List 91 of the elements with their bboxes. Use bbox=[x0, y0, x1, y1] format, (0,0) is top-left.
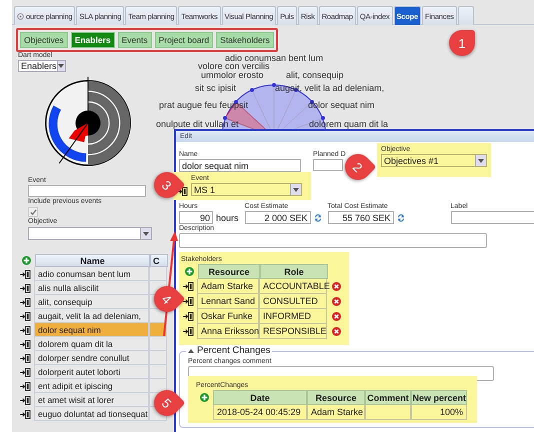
chart-label: volore con vercilis bbox=[198, 61, 270, 71]
add-icon[interactable] bbox=[200, 393, 209, 402]
table-cell: 2018-05-24 00:45:29 bbox=[213, 405, 307, 420]
column-header: C bbox=[150, 254, 168, 267]
hours-field[interactable]: 90 bbox=[179, 211, 213, 224]
list-row[interactable]: ent adipit et ipiscing bbox=[34, 379, 149, 393]
column-header: Resource bbox=[198, 264, 260, 279]
event-select[interactable]: MS 1 bbox=[191, 183, 302, 196]
subtab[interactable]: Enablers bbox=[70, 32, 115, 48]
table-cell: 100% bbox=[411, 405, 467, 420]
refresh-icon[interactable] bbox=[396, 214, 405, 222]
table-cell: Adam Starke bbox=[197, 279, 259, 294]
open-item-icon[interactable] bbox=[20, 382, 31, 390]
table-cell: RESPONSIBLE bbox=[259, 324, 327, 339]
open-item-icon[interactable] bbox=[20, 312, 31, 320]
open-item-icon[interactable] bbox=[20, 354, 31, 362]
table-cell bbox=[365, 405, 411, 420]
list-row[interactable]: dolorperit autet loborti bbox=[34, 365, 149, 379]
chart-label: sit sc ipisit bbox=[195, 83, 236, 93]
table-cell: ACCOUNTABLE bbox=[259, 279, 327, 294]
table-cell bbox=[149, 365, 167, 379]
table-cell: INFORMED bbox=[259, 309, 327, 324]
refresh-icon[interactable] bbox=[314, 214, 322, 222]
table-cell: Lennart Sand bbox=[197, 294, 259, 309]
delete-icon[interactable] bbox=[332, 327, 341, 336]
table-cell: Anna Eriksson bbox=[197, 324, 259, 339]
objective-select[interactable]: Objectives #1 bbox=[381, 154, 487, 167]
table-cell bbox=[149, 379, 167, 393]
list-row[interactable]: alit, consequip bbox=[34, 295, 149, 309]
collapse-icon[interactable] bbox=[188, 348, 194, 352]
add-icon[interactable] bbox=[185, 267, 194, 276]
open-item-icon[interactable] bbox=[183, 312, 194, 321]
add-icon[interactable] bbox=[22, 256, 31, 265]
table-cell bbox=[149, 351, 167, 365]
open-item-icon[interactable] bbox=[20, 284, 31, 292]
list-row[interactable]: augait, velit la ad deleniam, bbox=[34, 309, 149, 323]
subtab[interactable]: Events bbox=[118, 32, 152, 48]
label-field[interactable] bbox=[450, 211, 534, 224]
table-cell bbox=[149, 323, 167, 337]
column-header: New percent bbox=[411, 390, 467, 405]
open-item-icon[interactable] bbox=[20, 396, 31, 404]
column-header: Resource bbox=[307, 390, 365, 405]
list-row[interactable]: euguo doluntat ad tionsequat bbox=[34, 407, 149, 421]
caret-icon bbox=[140, 228, 151, 239]
list-row[interactable]: dolorem quam dit la bbox=[34, 337, 149, 351]
open-item-icon[interactable] bbox=[20, 270, 31, 278]
total-cost-field[interactable]: 55 760 SEK bbox=[328, 211, 394, 224]
event-field[interactable] bbox=[28, 185, 146, 197]
column-header: Date bbox=[213, 390, 307, 405]
delete-icon[interactable] bbox=[332, 297, 341, 306]
column-header: Comment bbox=[365, 390, 411, 405]
planned-date-field[interactable] bbox=[313, 159, 343, 171]
table-cell bbox=[149, 337, 167, 351]
list-row[interactable]: adio conumsan bent lum bbox=[34, 267, 149, 281]
caret-icon bbox=[56, 61, 65, 71]
subtab[interactable]: Stakeholders bbox=[216, 32, 274, 48]
table-cell: Oskar Funke bbox=[197, 309, 259, 324]
open-item-icon[interactable] bbox=[183, 297, 194, 306]
subtab[interactable]: Project board bbox=[154, 32, 214, 48]
delete-icon[interactable] bbox=[332, 282, 341, 291]
description-field[interactable] bbox=[179, 233, 487, 248]
open-item-icon[interactable] bbox=[20, 340, 31, 348]
open-item-icon[interactable] bbox=[20, 298, 31, 306]
chart-label: ummolor erosto bbox=[201, 70, 264, 80]
open-item-icon[interactable] bbox=[20, 410, 31, 418]
caret-icon bbox=[475, 155, 486, 166]
list-row[interactable]: dolorper sendre conullut bbox=[34, 351, 149, 365]
column-header: Role bbox=[260, 264, 328, 279]
list-row[interactable]: et amet wisit at lorer bbox=[34, 393, 149, 407]
list-row[interactable]: alis nulla aliscilit bbox=[34, 281, 149, 295]
unit-label: hours bbox=[216, 212, 239, 222]
cost-field[interactable]: 2 000 SEK bbox=[244, 211, 311, 224]
table-cell bbox=[149, 267, 167, 281]
chart-label: alit, consequip bbox=[286, 70, 344, 80]
open-item-icon[interactable] bbox=[20, 326, 31, 334]
table-cell: CONSULTED bbox=[259, 294, 327, 309]
subtab[interactable]: Objectives bbox=[20, 32, 68, 48]
chart-label: adio conumsan bent lum bbox=[225, 53, 324, 63]
dart-model-select[interactable]: Enablers bbox=[18, 60, 66, 72]
section-toggle[interactable]: Percent Changes bbox=[186, 345, 272, 356]
step-marker: 1 bbox=[449, 30, 475, 56]
open-item-icon[interactable] bbox=[183, 327, 194, 336]
column-header: Name bbox=[35, 254, 150, 267]
open-item-icon[interactable] bbox=[177, 187, 188, 196]
open-item-icon[interactable] bbox=[20, 368, 31, 376]
caret-icon bbox=[290, 184, 301, 195]
list-row[interactable]: dolor sequat nim bbox=[34, 323, 149, 337]
table-cell: Adam Starke bbox=[307, 405, 365, 420]
open-item-icon[interactable] bbox=[183, 282, 194, 291]
name-field[interactable]: dolor sequat nim bbox=[179, 159, 301, 172]
delete-icon[interactable] bbox=[332, 312, 341, 321]
